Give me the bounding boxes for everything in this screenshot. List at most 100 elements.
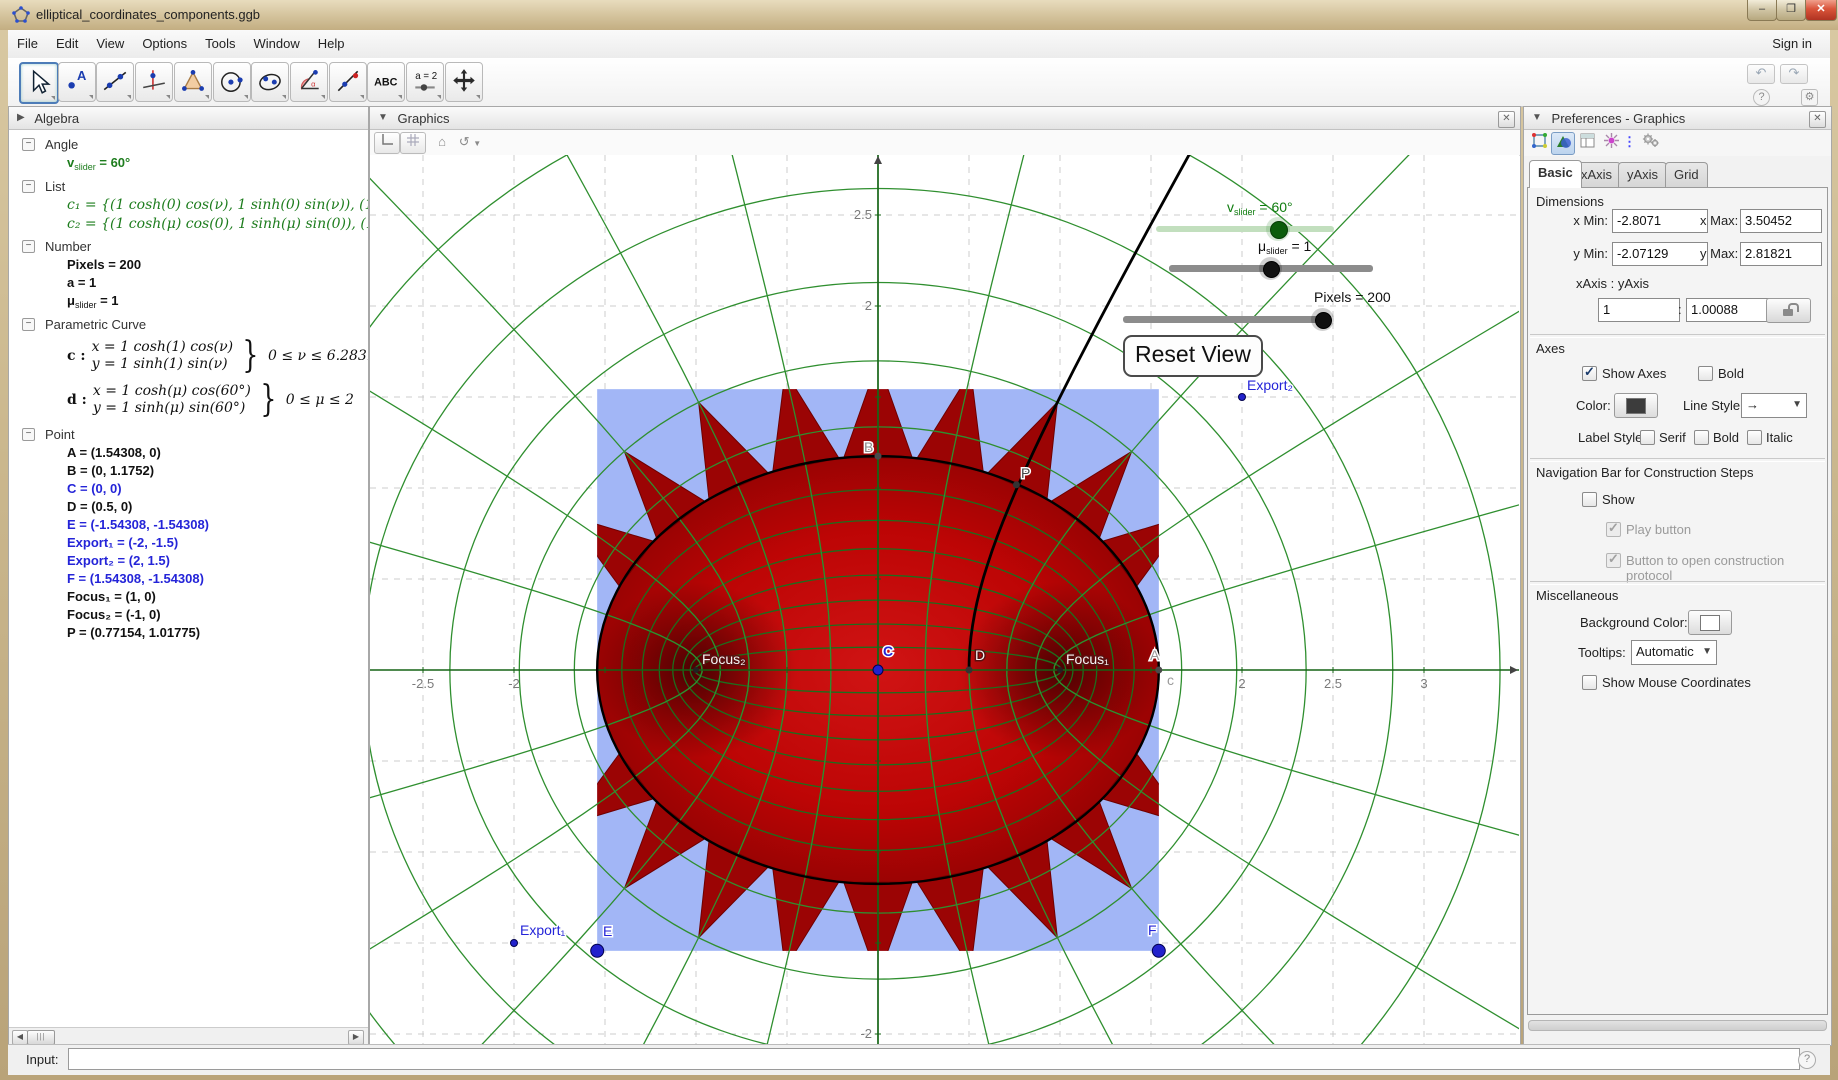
point-P[interactable] — [1013, 481, 1020, 488]
scroll-thumb[interactable]: ||| — [27, 1030, 55, 1045]
line-tool-button[interactable] — [96, 62, 134, 102]
point-Export₂[interactable] — [1239, 394, 1246, 401]
point-B[interactable] — [875, 453, 882, 460]
point-E[interactable] — [591, 944, 604, 957]
scroll-right-icon[interactable]: ▶ — [348, 1030, 364, 1045]
defaults-icon[interactable] — [1600, 132, 1622, 153]
nav-show-checkbox[interactable] — [1582, 492, 1597, 507]
reset-view-button[interactable]: Reset View — [1123, 335, 1263, 377]
menu-help[interactable]: Help — [309, 30, 354, 58]
algebra-item[interactable]: D = (0.5, 0) — [67, 499, 368, 514]
algebra-item[interactable]: P = (0.77154, 1.01775) — [67, 625, 368, 640]
lock-ratio-button[interactable] — [1766, 298, 1811, 323]
menu-edit[interactable]: Edit — [47, 30, 87, 58]
text-tool-button[interactable]: ABC — [367, 62, 405, 102]
circle-tool-button[interactable] — [213, 62, 251, 102]
algebra-item[interactable]: c₁ = {(1 cosh(0) cos(ν), 1 sinh(0) sin(ν… — [67, 197, 368, 213]
y-min-field[interactable]: -2.07129 — [1612, 242, 1708, 266]
angle-tool-button[interactable]: α — [290, 62, 328, 102]
collapse-minus-icon[interactable]: − — [22, 138, 35, 151]
algebra-item[interactable]: F = (1.54308, -1.54308) — [67, 571, 368, 586]
gear-icon[interactable]: ⚙ — [1801, 89, 1818, 106]
point-A[interactable] — [1155, 667, 1162, 674]
algebra-item[interactable]: B = (0, 1.1752) — [67, 463, 368, 478]
algebra-item[interactable]: A = (1.54308, 0) — [67, 445, 368, 460]
menu-options[interactable]: Options — [133, 30, 196, 58]
perpendicular-line-tool-button[interactable] — [135, 62, 173, 102]
algebra-item[interactable]: Export₁ = (-2, -1.5) — [67, 535, 368, 550]
menu-view[interactable]: View — [87, 30, 133, 58]
algebra-item[interactable]: d :x = 1 cosh(μ) cos(60°)y = 1 sinh(μ) s… — [67, 379, 368, 420]
mouse-coordinates-checkbox[interactable] — [1582, 675, 1597, 690]
algebra-section-list[interactable]: −List — [45, 179, 368, 194]
italic-checkbox[interactable] — [1747, 430, 1762, 445]
mu-slider-knob[interactable] — [1263, 261, 1280, 278]
preferences-header[interactable]: ▼ Preferences - Graphics ✕ — [1524, 107, 1831, 130]
conic-tool-button[interactable] — [251, 62, 289, 102]
collapse-triangle-icon[interactable]: ▶ — [17, 112, 25, 123]
algebra-horizontal-scrollbar[interactable]: ◀ ||| ▶ — [9, 1027, 368, 1045]
help-icon[interactable]: ? — [1753, 89, 1770, 106]
reflect-tool-button[interactable] — [329, 62, 367, 102]
axes-bold-checkbox[interactable] — [1698, 366, 1713, 381]
home-icon[interactable]: ⌂ — [430, 132, 454, 152]
close-icon[interactable]: ✕ — [1809, 111, 1826, 128]
point-Focus₁[interactable] — [1057, 667, 1063, 673]
algebra-item[interactable]: Focus₂ = (-1, 0) — [67, 607, 368, 622]
y-max-field[interactable]: 2.81821 — [1740, 242, 1822, 266]
tab-yaxis[interactable]: yAxis — [1618, 162, 1667, 187]
graphics-header[interactable]: ▼ Graphics ✕ — [370, 107, 1520, 130]
close-icon[interactable]: ✕ — [1498, 111, 1515, 128]
move-tool-button[interactable] — [19, 62, 59, 104]
point-tool-button[interactable]: A — [58, 62, 96, 102]
slider-tool-button[interactable]: a = 2 — [406, 62, 444, 102]
redo-button[interactable]: ↷ — [1780, 64, 1808, 84]
algebra-section-angle[interactable]: −Angle — [45, 137, 368, 152]
algebra-item[interactable]: c₂ = {(1 cosh(μ) cos(0), 1 sinh(μ) sin(0… — [67, 216, 368, 232]
point-C[interactable] — [873, 665, 883, 675]
point-Export₁[interactable] — [511, 940, 518, 947]
menu-file[interactable]: File — [8, 30, 47, 58]
show-axes-toggle[interactable] — [374, 132, 400, 154]
algebra-item[interactable]: E = (-1.54308, -1.54308) — [67, 517, 368, 532]
collapse-triangle-icon[interactable]: ▼ — [378, 112, 388, 123]
point-Focus₂[interactable] — [693, 667, 699, 673]
algebra-item[interactable]: C = (0, 0) — [67, 481, 368, 496]
collapse-triangle-icon[interactable]: ▼ — [1532, 112, 1542, 123]
collapse-minus-icon[interactable]: − — [22, 318, 35, 331]
axes-color-button[interactable] — [1614, 393, 1658, 418]
scroll-left-icon[interactable]: ◀ — [12, 1030, 28, 1045]
algebra-section-point[interactable]: −Point — [45, 427, 368, 442]
label-bold-checkbox[interactable] — [1694, 430, 1709, 445]
algebra-section-number[interactable]: −Number — [45, 239, 368, 254]
show-axes-checkbox[interactable] — [1582, 366, 1597, 381]
algebra-item[interactable]: a = 1 — [67, 275, 368, 290]
minimize-button[interactable]: – — [1747, 0, 1777, 21]
sign-in-link[interactable]: Sign in — [1772, 36, 1812, 51]
x-min-field[interactable]: -2.8071 — [1612, 209, 1708, 233]
x-max-field[interactable]: 3.50452 — [1740, 209, 1822, 233]
graphics-canvas[interactable]: -2.5-222.532.52-2ABCDPFocus₁Focus₂EFExpo… — [370, 155, 1519, 1045]
show-grid-toggle[interactable] — [400, 132, 426, 154]
algebra-item[interactable]: vslider = 60° — [67, 155, 368, 172]
tab-grid[interactable]: Grid — [1665, 162, 1708, 187]
algebra-header[interactable]: ▶ Algebra — [9, 107, 368, 130]
maximize-button[interactable]: ❐ — [1776, 0, 1806, 21]
preferences-scrollbar[interactable] — [1528, 1020, 1827, 1031]
graphics-preferences-icon[interactable] — [1551, 132, 1575, 155]
v-slider-track[interactable] — [1156, 226, 1334, 232]
point-D[interactable] — [966, 667, 973, 674]
ratio-y-field[interactable]: 1.00088 — [1686, 298, 1770, 322]
layout-icon[interactable] — [1576, 132, 1598, 153]
undo-button[interactable]: ↶ — [1747, 64, 1775, 84]
tooltips-dropdown[interactable]: Automatic▼ — [1631, 640, 1717, 665]
algebra-item[interactable]: c :x = 1 cosh(1) cos(ν)y = 1 sinh(1) sin… — [67, 335, 368, 376]
input-help-icon[interactable]: ? — [1798, 1051, 1816, 1069]
v-slider-knob[interactable] — [1270, 221, 1288, 239]
line-style-dropdown[interactable]: →▼ — [1741, 393, 1807, 418]
view-menu-icon[interactable]: ↺ ▼ — [454, 132, 486, 152]
algebra-item[interactable]: Export₂ = (2, 1.5) — [67, 553, 368, 568]
advanced-dots-icon[interactable]: ⋮ — [1623, 132, 1635, 153]
collapse-minus-icon[interactable]: − — [22, 240, 35, 253]
algebra-item[interactable]: Focus₁ = (1, 0) — [67, 589, 368, 604]
